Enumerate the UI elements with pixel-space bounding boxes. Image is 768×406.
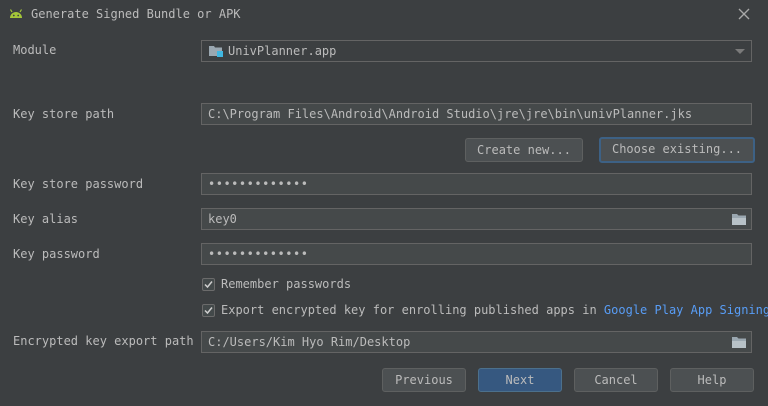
choose-existing-button[interactable]: Choose existing...	[599, 137, 755, 163]
create-new-button[interactable]: Create new...	[465, 138, 583, 162]
next-button[interactable]: Next	[478, 368, 562, 392]
folder-icon[interactable]	[731, 212, 747, 226]
encrypted-key-export-path-value: C:/Users/Kim Hyo Rim/Desktop	[208, 335, 411, 349]
choose-existing-label: Choose existing...	[611, 142, 743, 156]
key-alias-value: key0	[208, 212, 237, 226]
checkmark-icon	[204, 281, 213, 289]
key-store-password-field[interactable]: •••••••••••••	[201, 173, 752, 195]
module-value: UnivPlanner.app	[228, 44, 337, 58]
key-store-password-value: •••••••••••••	[208, 177, 309, 191]
encrypted-key-export-path-label: Encrypted key export path	[13, 334, 194, 348]
help-button[interactable]: Help	[670, 368, 754, 392]
android-icon	[9, 9, 23, 18]
key-password-value: •••••••••••••	[208, 247, 309, 261]
key-store-password-label: Key store password	[13, 177, 144, 191]
key-store-path-value: C:\Program Files\Android\Android Studio\…	[208, 107, 693, 121]
previous-label: Previous	[395, 373, 453, 387]
key-store-path-label: Key store path	[13, 107, 115, 121]
title-bar: Generate Signed Bundle or APK	[0, 0, 768, 30]
chevron-down-icon	[735, 49, 745, 54]
create-new-label: Create new...	[477, 143, 571, 157]
export-encrypted-checkbox[interactable]	[202, 304, 215, 317]
module-folder-icon	[209, 45, 223, 57]
next-label: Next	[505, 373, 535, 387]
encrypted-key-export-path-field[interactable]: C:/Users/Kim Hyo Rim/Desktop	[201, 331, 752, 353]
export-encrypted-label: Export encrypted key for enrolling publi…	[221, 303, 768, 317]
key-store-path-field[interactable]: C:\Program Files\Android\Android Studio\…	[201, 103, 752, 125]
help-label: Help	[697, 373, 727, 387]
folder-icon[interactable]	[731, 335, 747, 349]
cancel-button[interactable]: Cancel	[574, 368, 658, 392]
export-encrypted-text[interactable]: Export encrypted key for enrolling publi…	[221, 303, 597, 317]
key-alias-label: Key alias	[13, 212, 79, 226]
key-password-field[interactable]: •••••••••••••	[201, 243, 752, 265]
previous-button[interactable]: Previous	[382, 368, 466, 392]
key-password-label: Key password	[13, 247, 100, 261]
remember-passwords-checkbox[interactable]	[202, 278, 215, 291]
module-dropdown[interactable]: UnivPlanner.app	[201, 40, 752, 62]
remember-passwords-label[interactable]: Remember passwords	[221, 277, 351, 291]
window-title: Generate Signed Bundle or APK	[31, 7, 241, 21]
google-play-app-signing-link[interactable]: Google Play App Signing	[604, 303, 768, 317]
module-label: Module	[13, 43, 57, 57]
cancel-label: Cancel	[594, 373, 638, 387]
key-alias-field[interactable]: key0	[201, 208, 752, 230]
close-icon[interactable]	[736, 6, 752, 22]
checkmark-icon	[204, 307, 213, 315]
